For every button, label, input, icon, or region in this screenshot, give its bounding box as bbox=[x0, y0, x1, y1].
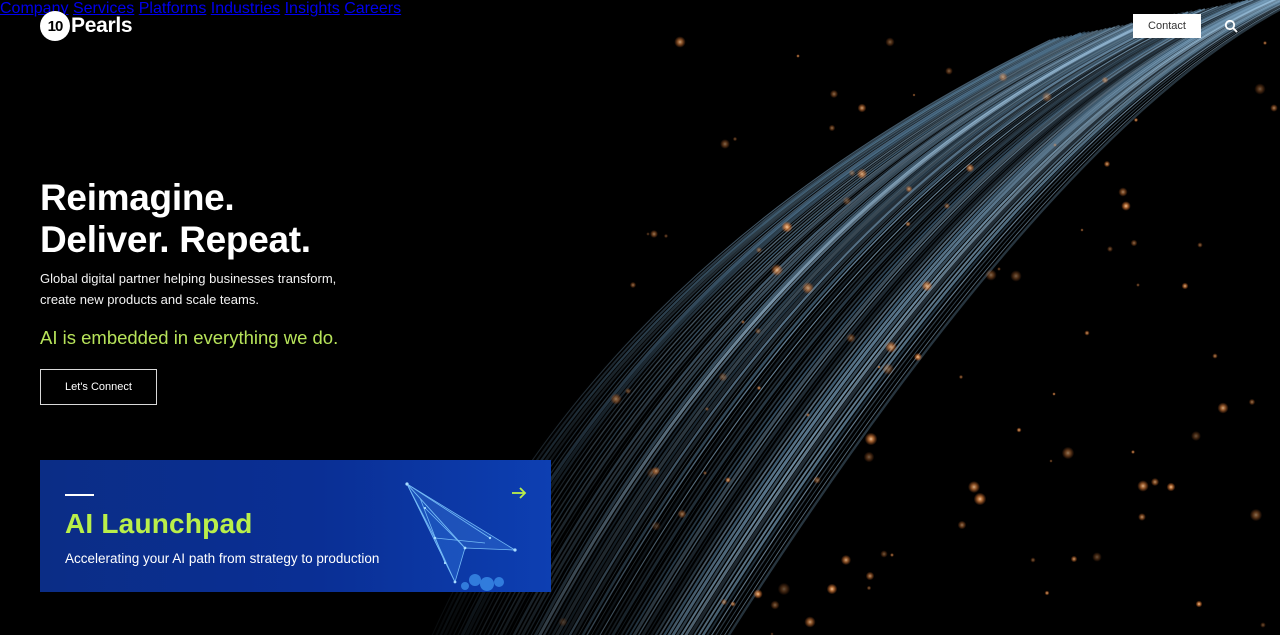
nav-item-insights[interactable]: Insights bbox=[285, 0, 340, 17]
nav-item-careers[interactable]: Careers bbox=[344, 0, 401, 17]
hero-ai-tagline: AI is embedded in everything we do. bbox=[40, 327, 339, 348]
hero-headline: Reimagine. Deliver. Repeat. bbox=[40, 177, 311, 261]
card-accent-rule bbox=[65, 494, 94, 496]
search-icon[interactable] bbox=[1224, 19, 1238, 33]
nav-item-platforms[interactable]: Platforms bbox=[139, 0, 207, 17]
card-subtitle: Accelerating your AI path from strategy … bbox=[65, 551, 380, 566]
main-nav: Company Services Platforms Industries In… bbox=[0, 0, 1280, 18]
hero-headline-line-1: Reimagine. bbox=[40, 177, 235, 218]
contact-button[interactable]: Contact bbox=[1133, 14, 1201, 38]
site-logo[interactable]: 10 Pearls bbox=[40, 11, 133, 41]
logo-text: Pearls bbox=[71, 14, 133, 37]
logo-mark: 10 bbox=[40, 11, 70, 41]
lets-connect-button[interactable]: Let's Connect bbox=[40, 369, 157, 405]
arrow-right-icon[interactable] bbox=[510, 484, 528, 502]
nav-item-industries[interactable]: Industries bbox=[211, 0, 280, 17]
hero-subtext: Global digital partner helping businesse… bbox=[40, 271, 337, 307]
hero-headline-line-2: Deliver. Repeat. bbox=[40, 219, 311, 260]
card-title: AI Launchpad bbox=[65, 508, 253, 539]
ai-launchpad-card[interactable]: AI Launchpad Accelerating your AI path f… bbox=[40, 460, 551, 592]
site-header: 10 Pearls Company Services Platforms Ind… bbox=[0, 0, 1280, 52]
